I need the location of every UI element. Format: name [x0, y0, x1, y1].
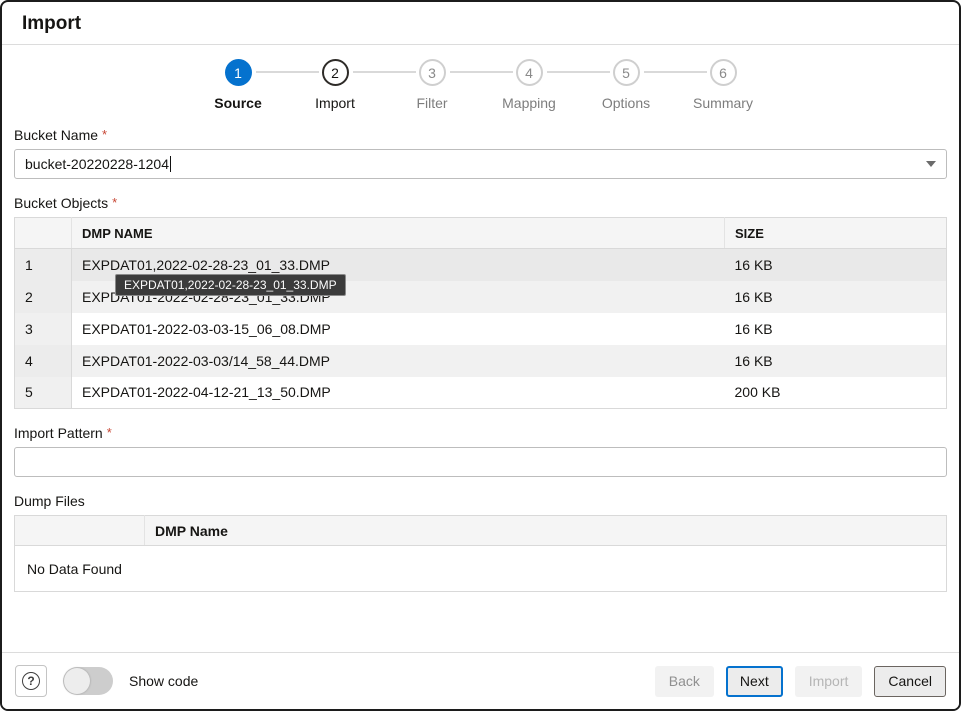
dmp-name-cell: EXPDAT01-2022-03-03/14_58_44.DMP: [72, 345, 725, 377]
dump-files-table-wrap: DMP Name No Data Found: [14, 515, 947, 592]
size-cell: 16 KB: [725, 281, 947, 313]
row-number-cell: 1: [15, 249, 72, 281]
step-circle-1: 1: [225, 59, 252, 86]
dialog-content: 1 Source 2 Import 3 Filter 4 Mapping 5 O…: [2, 45, 959, 652]
dmp-name-cell: EXPDAT01-2022-04-12-21_13_50.DMP: [72, 377, 725, 409]
step-mapping[interactable]: 4 Mapping: [481, 59, 578, 111]
row-number-header: [15, 218, 72, 249]
cancel-button[interactable]: Cancel: [874, 666, 946, 697]
back-button[interactable]: Back: [655, 666, 714, 697]
bucket-objects-table-wrap: DMP NAME SIZE 1 EXPDAT01,2022-02-28-23_0…: [14, 217, 947, 409]
row-number-cell: 2: [15, 281, 72, 313]
show-code-label: Show code: [129, 673, 198, 689]
table-row[interactable]: 5 EXPDAT01-2022-04-12-21_13_50.DMP 200 K…: [15, 377, 947, 409]
table-row[interactable]: 3 EXPDAT01-2022-03-03-15_06_08.DMP 16 KB: [15, 313, 947, 345]
bucket-objects-table: DMP NAME SIZE 1 EXPDAT01,2022-02-28-23_0…: [14, 217, 947, 409]
step-circle-6: 6: [710, 59, 737, 86]
text-cursor: [170, 156, 171, 172]
help-button[interactable]: ?: [15, 665, 47, 697]
bucket-name-label: Bucket Name *: [14, 127, 947, 143]
row-number-cell: 4: [15, 345, 72, 377]
dump-files-table: DMP Name No Data Found: [14, 515, 947, 592]
step-options[interactable]: 5 Options: [578, 59, 675, 111]
required-marker: *: [107, 425, 112, 440]
question-mark-icon: ?: [22, 672, 40, 690]
dmp-name-tooltip: EXPDAT01,2022-02-28-23_01_33.DMP: [115, 274, 346, 296]
step-label-mapping: Mapping: [502, 95, 556, 111]
bucket-objects-label-text: Bucket Objects: [14, 195, 108, 211]
size-cell: 16 KB: [725, 345, 947, 377]
step-import[interactable]: 2 Import: [287, 59, 384, 111]
step-circle-5: 5: [613, 59, 640, 86]
show-code-toggle[interactable]: [63, 667, 113, 695]
row-number-cell: 5: [15, 377, 72, 409]
step-circle-4: 4: [516, 59, 543, 86]
import-dialog: Import 1 Source 2 Import 3 Filter 4 Mapp…: [0, 0, 961, 711]
next-button[interactable]: Next: [726, 666, 783, 697]
empty-row: No Data Found: [15, 546, 947, 592]
import-button[interactable]: Import: [795, 666, 863, 697]
dialog-footer: ? Show code Back Next Import Cancel: [2, 652, 959, 709]
size-cell: 16 KB: [725, 313, 947, 345]
import-pattern-input[interactable]: [14, 447, 947, 477]
no-data-message: No Data Found: [15, 546, 947, 592]
step-label-summary: Summary: [693, 95, 753, 111]
dialog-title: Import: [22, 13, 939, 35]
dmp-name-header: DMP NAME: [72, 218, 725, 249]
size-cell: 16 KB: [725, 249, 947, 281]
table-row[interactable]: 4 EXPDAT01-2022-03-03/14_58_44.DMP 16 KB: [15, 345, 947, 377]
step-source[interactable]: 1 Source: [190, 59, 287, 111]
step-circle-2: 2: [322, 59, 349, 86]
size-header: SIZE: [725, 218, 947, 249]
bucket-objects-header-row: DMP NAME SIZE: [15, 218, 947, 249]
step-filter[interactable]: 3 Filter: [384, 59, 481, 111]
row-number-cell: 3: [15, 313, 72, 345]
step-label-source: Source: [214, 95, 261, 111]
bucket-name-label-text: Bucket Name: [14, 127, 98, 143]
required-marker: *: [102, 127, 107, 142]
bucket-objects-label: Bucket Objects *: [14, 195, 947, 211]
dmp-name-cell: EXPDAT01-2022-03-03-15_06_08.DMP: [72, 313, 725, 345]
toggle-knob-icon: [64, 668, 90, 694]
bucket-name-select[interactable]: bucket-20220228-1204: [14, 149, 947, 179]
step-label-options: Options: [602, 95, 650, 111]
step-label-import: Import: [315, 95, 355, 111]
dump-files-label-text: Dump Files: [14, 493, 85, 509]
bucket-name-value: bucket-20220228-1204: [25, 156, 169, 172]
dialog-titlebar: Import: [2, 2, 959, 45]
import-pattern-label: Import Pattern *: [14, 425, 947, 441]
step-label-filter: Filter: [416, 95, 447, 111]
import-pattern-label-text: Import Pattern: [14, 425, 103, 441]
row-number-header: [15, 516, 145, 546]
footer-buttons: Back Next Import Cancel: [655, 666, 946, 697]
required-marker: *: [112, 195, 117, 210]
step-circle-3: 3: [419, 59, 446, 86]
step-summary[interactable]: 6 Summary: [675, 59, 772, 111]
size-cell: 200 KB: [725, 377, 947, 409]
dump-files-label: Dump Files: [14, 493, 947, 509]
dump-files-header-row: DMP Name: [15, 516, 947, 546]
chevron-down-icon[interactable]: [926, 161, 936, 167]
dmp-name-header: DMP Name: [145, 516, 947, 546]
wizard-stepper: 1 Source 2 Import 3 Filter 4 Mapping 5 O…: [14, 59, 947, 111]
